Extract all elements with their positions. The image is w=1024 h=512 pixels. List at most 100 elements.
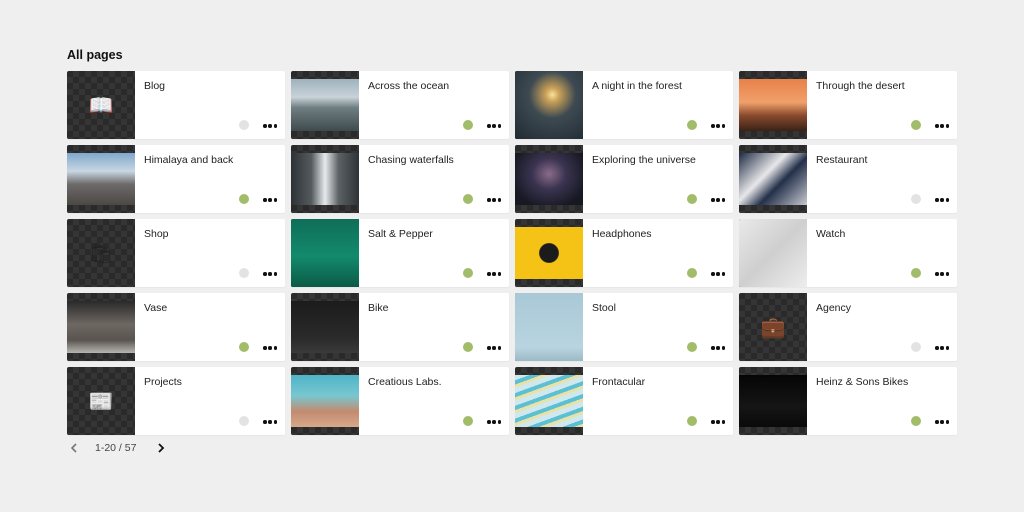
more-dot — [487, 272, 491, 276]
more-options-icon[interactable] — [935, 267, 949, 281]
page-card[interactable]: Bike — [291, 293, 509, 361]
more-dot — [711, 198, 715, 202]
page-thumbnail: 📰 — [67, 367, 135, 435]
page-card[interactable]: 🛍 Shop — [67, 219, 285, 287]
page-card-title: Shop — [144, 228, 169, 240]
page-card[interactable]: Himalaya and back — [67, 145, 285, 213]
more-options-icon[interactable] — [711, 341, 725, 355]
more-options-icon[interactable] — [935, 193, 949, 207]
page-card[interactable]: 💼 Agency — [739, 293, 957, 361]
more-dot — [268, 198, 272, 202]
page-thumbnail — [739, 71, 807, 139]
briefcase-icon: 💼 — [760, 315, 786, 339]
more-options-icon[interactable] — [487, 193, 501, 207]
more-options-icon[interactable] — [487, 415, 501, 429]
page-card[interactable]: Restaurant — [739, 145, 957, 213]
page-thumbnail — [515, 367, 583, 435]
page-card[interactable]: Across the ocean — [291, 71, 509, 139]
more-options-icon[interactable] — [263, 415, 277, 429]
more-dot — [945, 198, 949, 202]
page-card[interactable]: A night in the forest — [515, 71, 733, 139]
pagination-range: 1-20 / 57 — [95, 442, 137, 454]
more-options-icon[interactable] — [487, 341, 501, 355]
chevron-left-icon[interactable] — [67, 441, 81, 455]
more-dot — [721, 272, 725, 276]
chevron-right-icon[interactable] — [154, 441, 168, 455]
page-card-body: Blog — [135, 71, 285, 139]
page-card[interactable]: Exploring the universe — [515, 145, 733, 213]
page-card[interactable]: 📖 Blog — [67, 71, 285, 139]
more-dot — [268, 420, 272, 424]
page-thumbnail — [739, 145, 807, 213]
more-dot — [497, 346, 501, 350]
more-dot — [711, 272, 715, 276]
page-thumbnail — [739, 367, 807, 435]
status-indicator — [911, 120, 921, 130]
more-dot — [716, 124, 720, 128]
page-card[interactable]: Watch — [739, 219, 957, 287]
more-dot — [268, 272, 272, 276]
status-indicator — [239, 342, 249, 352]
book-icon: 📖 — [88, 93, 114, 117]
vase-photo — [67, 301, 135, 353]
more-dot — [492, 124, 496, 128]
desert-photo — [739, 79, 807, 131]
page-card-body: Salt & Pepper — [359, 219, 509, 287]
more-dot — [940, 420, 944, 424]
page-card-body: Vase — [135, 293, 285, 361]
more-options-icon[interactable] — [263, 193, 277, 207]
bike-dark-photo — [739, 375, 807, 427]
more-dot — [940, 272, 944, 276]
page-card-title: Heinz & Sons Bikes — [816, 376, 909, 388]
more-dot — [940, 346, 944, 350]
more-options-icon[interactable] — [487, 119, 501, 133]
more-dot — [945, 346, 949, 350]
page-card[interactable]: Salt & Pepper — [291, 219, 509, 287]
more-options-icon[interactable] — [935, 415, 949, 429]
page-card[interactable]: Vase — [67, 293, 285, 361]
page-card[interactable]: Frontacular — [515, 367, 733, 435]
more-options-icon[interactable] — [935, 119, 949, 133]
page-card-title: Agency — [816, 302, 852, 314]
more-dot — [716, 272, 720, 276]
page-card[interactable]: Stool — [515, 293, 733, 361]
status-indicator — [463, 416, 473, 426]
more-dot — [487, 346, 491, 350]
page-card[interactable]: Heinz & Sons Bikes — [739, 367, 957, 435]
more-options-icon[interactable] — [711, 193, 725, 207]
page-card-title: Creatious Labs. — [368, 376, 442, 388]
page-card[interactable]: Creatious Labs. — [291, 367, 509, 435]
more-options-icon[interactable] — [263, 267, 277, 281]
more-dot — [263, 346, 267, 350]
page-card-title: Headphones — [592, 228, 652, 240]
more-dot — [945, 272, 949, 276]
more-options-icon[interactable] — [711, 119, 725, 133]
page-card[interactable]: 📰 Projects — [67, 367, 285, 435]
headphones-photo — [515, 227, 583, 279]
status-indicator — [911, 194, 921, 204]
page-card[interactable]: Headphones — [515, 219, 733, 287]
more-dot — [711, 346, 715, 350]
more-options-icon[interactable] — [711, 267, 725, 281]
more-dot — [935, 124, 939, 128]
page-card[interactable]: Through the desert — [739, 71, 957, 139]
page-card-body: A night in the forest — [583, 71, 733, 139]
page-thumbnail — [291, 219, 359, 287]
more-options-icon[interactable] — [263, 119, 277, 133]
pagination: 1-20 / 57 — [67, 441, 168, 455]
page-thumbnail — [291, 145, 359, 213]
more-options-icon[interactable] — [263, 341, 277, 355]
more-dot — [273, 346, 277, 350]
more-options-icon[interactable] — [935, 341, 949, 355]
status-indicator — [463, 342, 473, 352]
page-card-body: Shop — [135, 219, 285, 287]
page-card[interactable]: Chasing waterfalls — [291, 145, 509, 213]
page-card-title: Through the desert — [816, 80, 905, 92]
page-card-body: Heinz & Sons Bikes — [807, 367, 957, 435]
more-dot — [487, 124, 491, 128]
more-options-icon[interactable] — [487, 267, 501, 281]
page-thumbnail: 🛍 — [67, 219, 135, 287]
page-card-title: Chasing waterfalls — [368, 154, 454, 166]
lagoon-photo — [291, 375, 359, 427]
more-options-icon[interactable] — [711, 415, 725, 429]
